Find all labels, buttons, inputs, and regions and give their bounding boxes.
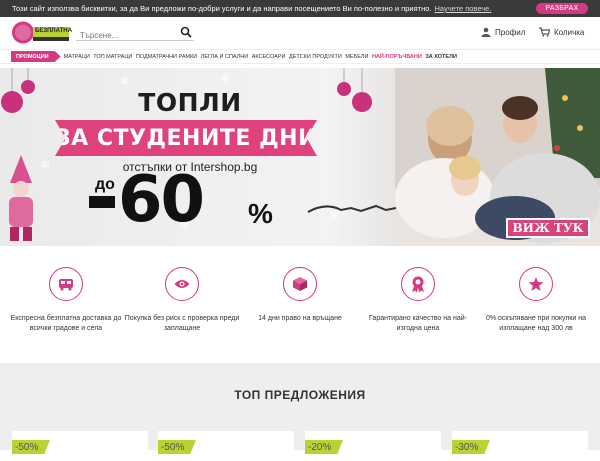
discount-badge: -20% bbox=[305, 440, 343, 454]
snowflake-icon: ✻ bbox=[220, 72, 231, 86]
nav-item-hotels[interactable]: ЗА ХОТЕЛИ bbox=[425, 54, 457, 60]
cart-icon bbox=[539, 27, 550, 37]
search-input[interactable] bbox=[76, 28, 176, 43]
header: БЕЗПЛАТНА Профил Количка bbox=[0, 17, 600, 49]
user-icon bbox=[481, 27, 491, 37]
offer-card[interactable]: -50% bbox=[12, 431, 148, 461]
banner-ribbon-text: ЗА СТУДЕНИТЕ ДНИ bbox=[55, 125, 317, 151]
feature-text: 0% оскъпяване при покупки на изплащане н… bbox=[485, 315, 587, 332]
cart-label: Количка bbox=[554, 27, 585, 37]
banner-percent: % bbox=[248, 198, 273, 229]
discount-badge: -50% bbox=[158, 440, 196, 454]
offer-card[interactable]: -30% bbox=[452, 431, 588, 461]
banner-minus bbox=[89, 196, 115, 208]
features-row: Експресна безплатна доставка до всички г… bbox=[0, 262, 600, 352]
promo-banner[interactable]: ✻ ✻ ✻ ✻ ✻ ✻ ТОПЛИ ПРОМОЦИИ ЗА СТУДЕНИТЕ … bbox=[0, 68, 600, 246]
banner-ribbon: ЗА СТУДЕНИТЕ ДНИ bbox=[55, 120, 317, 156]
main-nav: ПРОМОЦИИ МАТРАЦИ ТОП МАТРАЦИ ПОДМАТРАЧНИ… bbox=[0, 49, 600, 64]
feature-text: 14 дни право на връщане bbox=[258, 315, 342, 322]
cookie-accept-button[interactable]: РАЗБРАХ bbox=[536, 3, 588, 14]
banner-cta-button[interactable]: ВИЖ ТУК bbox=[506, 218, 590, 238]
profile-label: Профил bbox=[495, 27, 526, 37]
santa-icon bbox=[9, 155, 33, 241]
eye-icon bbox=[165, 267, 199, 301]
star-icon bbox=[519, 267, 553, 301]
cookie-learn-more-link[interactable]: Научете повече. bbox=[435, 4, 492, 13]
profile-link[interactable]: Профил bbox=[481, 25, 525, 39]
logo[interactable]: БЕЗПЛАТНА bbox=[11, 21, 72, 44]
top-offers-section: ТОП ПРЕДЛОЖЕНИЯ -50% -50% -20% -30% bbox=[0, 363, 600, 461]
nav-item-best-sellers[interactable]: НАЙ-ПОРЪЧВАНИ bbox=[372, 54, 422, 60]
nav-item-accessories[interactable]: АКСЕСОАРИ bbox=[252, 54, 286, 60]
nav-item-mattresses[interactable]: МАТРАЦИ bbox=[64, 54, 90, 60]
sleigh-icon bbox=[307, 204, 397, 213]
offer-card[interactable]: -20% bbox=[305, 431, 441, 461]
nav-item-furniture[interactable]: МЕБЕЛИ bbox=[345, 54, 368, 60]
offer-card[interactable]: -50% bbox=[158, 431, 294, 461]
top-offers-title: ТОП ПРЕДЛОЖЕНИЯ bbox=[234, 388, 366, 402]
cart-link[interactable]: Количка bbox=[539, 25, 584, 39]
nav-item-beds[interactable]: ЛЕГЛА И СПАЛНИ bbox=[201, 54, 248, 60]
search-box bbox=[76, 25, 194, 43]
discount-badge: -30% bbox=[452, 440, 490, 454]
cookie-bar: Този сайт използва бисквитки, за да Ви п… bbox=[0, 0, 600, 17]
snowflake-icon: ✻ bbox=[120, 74, 131, 88]
truck-icon bbox=[49, 267, 83, 301]
cookie-text: Този сайт използва бисквитки, за да Ви п… bbox=[12, 4, 432, 13]
award-icon bbox=[401, 267, 435, 301]
discount-badge: -50% bbox=[12, 440, 50, 454]
banner-discount: 60 bbox=[118, 163, 205, 237]
ornaments-left-icon bbox=[1, 68, 35, 113]
feature-text: Покупка без риск с проверка преди заплащ… bbox=[124, 315, 240, 332]
feature-text: Експресна безплатна доставка до всички г… bbox=[10, 315, 122, 332]
snowflake-icon: ✻ bbox=[40, 158, 51, 172]
nav-item-bed-frames[interactable]: ПОДМАТРАЧНИ РАМКИ bbox=[136, 54, 197, 60]
banner-prefix: до bbox=[95, 176, 115, 193]
logo-text: БЕЗПЛАТНА bbox=[35, 28, 72, 34]
box-icon bbox=[283, 267, 317, 301]
nav-item-kids[interactable]: ДЕТСКИ ПРОДУКТИ bbox=[289, 54, 342, 60]
nav-item-top-mattresses[interactable]: ТОП МАТРАЦИ bbox=[93, 54, 132, 60]
nav-item-promotions[interactable]: ПРОМОЦИИ bbox=[11, 51, 61, 62]
feature-text: Гарантирано качество на най-изгодна цена bbox=[369, 315, 467, 332]
search-icon[interactable] bbox=[180, 26, 192, 38]
ornaments-right-icon bbox=[337, 68, 372, 112]
